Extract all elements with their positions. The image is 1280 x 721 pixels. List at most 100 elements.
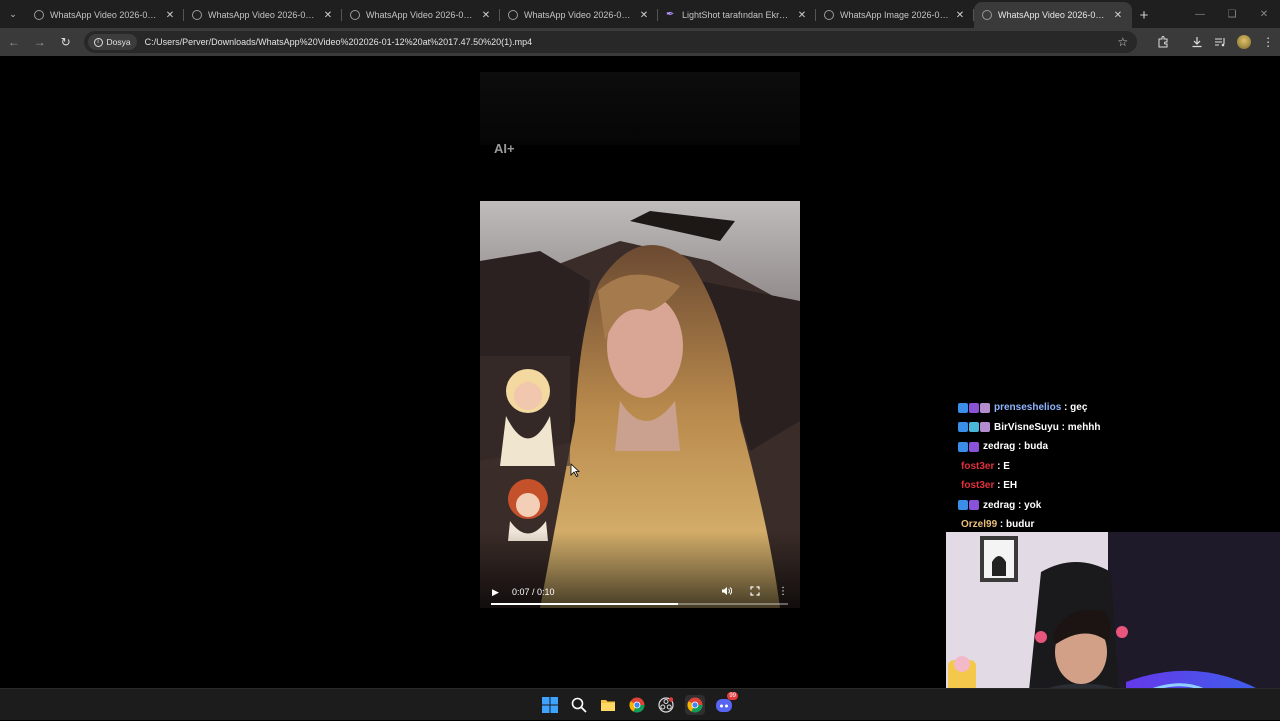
chat-text: buda (1024, 441, 1049, 453)
chrome-active-icon[interactable] (685, 695, 705, 715)
globe-icon (350, 10, 360, 20)
forward-arrow-icon[interactable]: → (28, 30, 52, 54)
chat-separator: : (994, 460, 1004, 472)
file-explorer-icon[interactable] (598, 695, 618, 715)
tab-close-icon[interactable]: ✕ (322, 10, 334, 21)
tab-search-chevron-icon[interactable]: ⌄ (0, 0, 26, 28)
media-controls-icon[interactable] (1208, 30, 1232, 54)
browser-tab[interactable]: WhatsApp Image 2026-01-26 a ✕ (816, 2, 974, 28)
new-tab-button[interactable]: + (1132, 2, 1156, 28)
address-bar[interactable]: i Dosya C:/Users/Perver/Downloads/WhatsA… (83, 31, 1137, 53)
chat-separator: : (1061, 402, 1071, 414)
close-window-icon[interactable]: ✕ (1248, 0, 1280, 28)
tab-title: WhatsApp Video 2026-01-12 a (524, 10, 634, 20)
chat-username: prenseshelios (994, 402, 1062, 414)
more-options-icon[interactable]: ⋮ (778, 586, 788, 599)
chat-badges (958, 500, 979, 511)
obs-icon[interactable] (656, 695, 676, 715)
globe-icon (34, 10, 44, 20)
chat-username: Orzel99 (961, 519, 998, 531)
chat-badge-icon (969, 500, 979, 511)
globe-icon (982, 10, 992, 20)
browser-tab[interactable]: ✒ LightShot tarafından Ekran Gör ✕ (658, 2, 816, 28)
play-icon[interactable]: ▶ (492, 587, 502, 598)
tab-title: WhatsApp Image 2026-01-26 a (840, 10, 950, 20)
discord-icon[interactable]: 99 (714, 692, 738, 715)
minimize-icon[interactable]: — (1184, 0, 1216, 28)
chat-badge-icon (958, 500, 968, 511)
browser-tab[interactable]: WhatsApp Video 2026-01-12 a ✕ (342, 2, 500, 28)
browser-tab[interactable]: WhatsApp Video 2026-01-19 a ✕ (26, 2, 184, 28)
search-icon[interactable] (569, 695, 589, 715)
video-player[interactable] (480, 201, 800, 608)
windows-start-icon[interactable] (540, 695, 560, 715)
windows-taskbar: 99 (0, 688, 1280, 720)
bookmark-star-icon[interactable]: ☆ (1113, 35, 1133, 49)
chat-text: geç (1070, 402, 1088, 414)
profile-avatar[interactable] (1232, 30, 1256, 54)
url-text[interactable]: C:/Users/Perver/Downloads/WhatsApp%20Vid… (145, 37, 1113, 47)
chat-badges (958, 441, 979, 452)
volume-icon[interactable] (721, 586, 733, 599)
tab-close-icon[interactable]: ✕ (796, 10, 808, 21)
tab-title: WhatsApp Video 2026-01-12 a (998, 10, 1108, 20)
stream-chat: prenseshelios : geç BirVisneSuyu : mehhh z… (958, 398, 1158, 535)
video-progress-bar[interactable] (491, 603, 788, 605)
browser-tab[interactable]: WhatsApp Video 2026-01-12 a ✕ (500, 2, 658, 28)
chat-text: E (1003, 460, 1010, 472)
stream-overlay-panel (480, 72, 800, 145)
tab-title: WhatsApp Video 2026-01-19 a (50, 10, 160, 20)
chat-message: zedrag : buda (958, 437, 1158, 457)
info-icon: i (93, 37, 103, 47)
chat-message: prenseshelios : geç (958, 398, 1158, 418)
chat-badges (958, 422, 990, 433)
chat-username: fost3er (961, 480, 995, 492)
tab-close-icon[interactable]: ✕ (954, 10, 966, 21)
chat-badge-icon (980, 402, 990, 413)
video-progress-fill (491, 603, 679, 605)
chat-message: zedrag : yok (958, 496, 1158, 516)
chat-badge-icon (980, 422, 990, 433)
extensions-puzzle-icon[interactable] (1151, 30, 1175, 54)
browser-tab[interactable]: WhatsApp Video 2026-01-12 a ✕ (974, 2, 1132, 28)
chat-username: zedrag (983, 441, 1016, 453)
chat-separator: : (994, 480, 1004, 492)
tab-close-icon[interactable]: ✕ (1112, 10, 1124, 21)
tab-close-icon[interactable]: ✕ (164, 10, 176, 21)
chat-separator: : (1058, 421, 1068, 433)
chat-text: EH (1003, 480, 1018, 492)
tab-title: LightShot tarafından Ekran Gör (682, 10, 792, 20)
chat-badge-icon (958, 422, 968, 433)
site-info-chip[interactable]: i Dosya (87, 34, 137, 50)
tab-title: WhatsApp Video 2026-01-12 a (366, 10, 476, 20)
discord-notification-badge: 99 (727, 692, 738, 700)
chat-badges (958, 402, 990, 413)
fullscreen-icon[interactable] (750, 585, 760, 599)
chat-message: BirVisneSuyu : mehhh (958, 418, 1158, 438)
tab-close-icon[interactable]: ✕ (480, 10, 492, 21)
video-time: 0:07 / 0:10 (512, 587, 555, 597)
browser-menu-icon[interactable]: ⋮ (1256, 30, 1280, 54)
restore-icon[interactable]: ❏ (1216, 0, 1248, 28)
chat-separator: : (1015, 499, 1025, 511)
chat-username: BirVisneSuyu (994, 421, 1059, 433)
chat-separator: : (1015, 441, 1025, 453)
reload-icon[interactable]: ↻ (54, 30, 78, 54)
chat-badge-icon (969, 422, 979, 433)
chat-text: budur (1006, 519, 1035, 531)
chat-username: zedrag (983, 499, 1016, 511)
back-arrow-icon[interactable]: ← (2, 30, 26, 54)
chat-separator: : (997, 519, 1007, 531)
ai-plus-label: AI+ (494, 141, 515, 156)
browser-toolbar: ← → ↻ i Dosya C:/Users/Perver/Downloads/… (0, 28, 1280, 56)
tab-close-icon[interactable]: ✕ (638, 10, 650, 21)
chat-badge-icon (969, 402, 979, 413)
downloads-icon[interactable] (1185, 30, 1209, 54)
browser-tab-strip: ⌄ WhatsApp Video 2026-01-19 a✕WhatsApp V… (0, 0, 1280, 28)
chat-badge-icon (958, 441, 968, 452)
chat-badge-icon (958, 402, 968, 413)
chat-message: fost3er : EH (958, 476, 1158, 496)
chrome-icon[interactable] (627, 695, 647, 715)
security-chip-label: Dosya (106, 37, 131, 47)
browser-tab[interactable]: WhatsApp Video 2026-01-01 a ✕ (184, 2, 342, 28)
